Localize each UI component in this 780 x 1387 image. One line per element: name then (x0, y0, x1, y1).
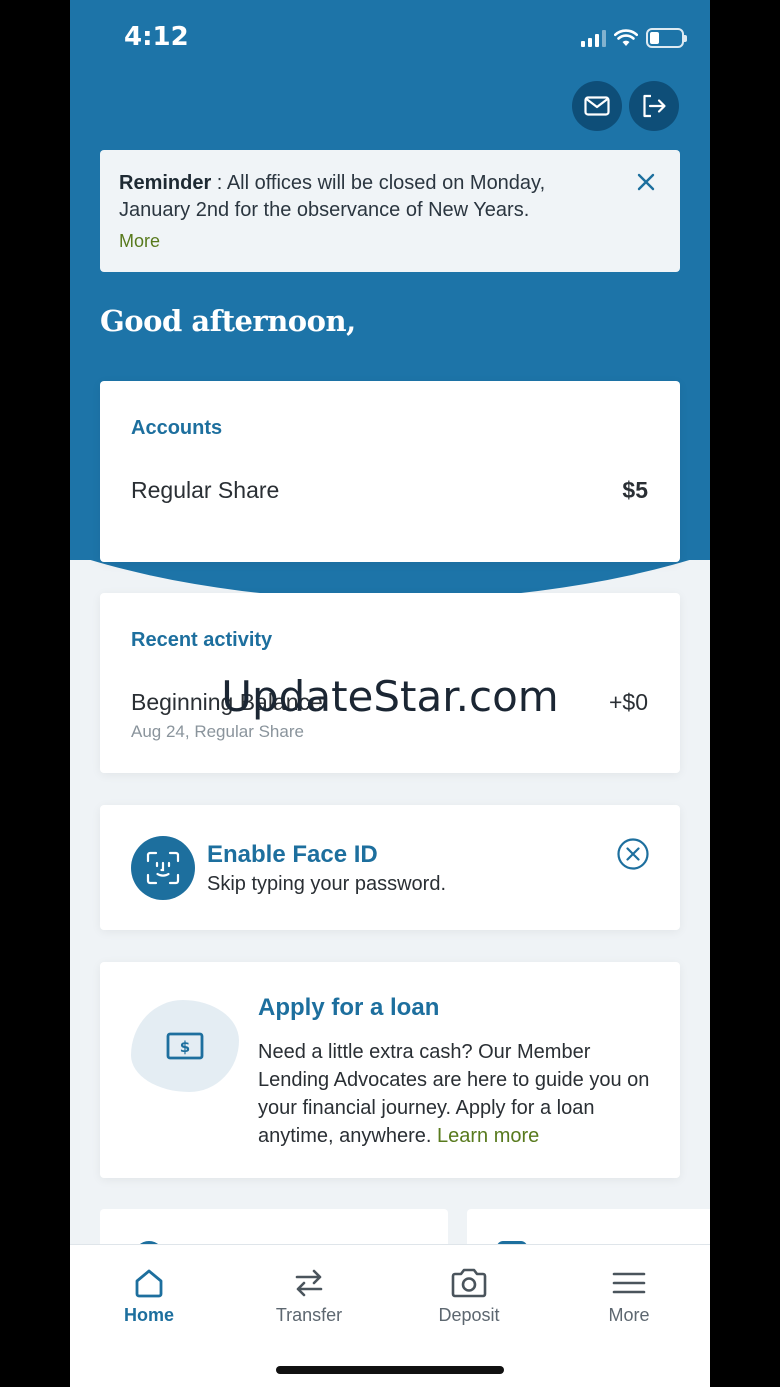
menu-icon (612, 1272, 646, 1294)
dismiss-icon[interactable] (616, 837, 650, 871)
accounts-card[interactable]: Accounts Regular Share $5 (100, 381, 680, 562)
battery-icon (646, 28, 687, 48)
accounts-heading: Accounts (131, 417, 223, 439)
camera-icon (451, 1268, 487, 1298)
activity-detail: Aug 24, Regular Share (131, 722, 304, 741)
tab-label: Transfer (275, 1305, 343, 1325)
reminder-banner: Reminder : All offices will be closed on… (100, 150, 680, 272)
mail-icon (584, 96, 610, 116)
account-name: Regular Share (131, 477, 280, 503)
signal-icon (581, 29, 606, 47)
logout-icon (643, 94, 666, 118)
face-id-icon (131, 836, 195, 900)
tab-label: Deposit (438, 1305, 500, 1325)
wifi-icon (614, 29, 638, 46)
logout-button[interactable] (629, 81, 679, 131)
close-icon[interactable] (636, 172, 656, 192)
status-time: 4:12 (124, 22, 189, 52)
face-id-subtitle: Skip typing your password. (207, 873, 447, 895)
activity-name: Beginning Balance (131, 689, 323, 715)
account-balance: $5 (622, 477, 648, 503)
svg-text:$: $ (180, 1038, 190, 1056)
money-icon: $ (166, 1032, 204, 1060)
tab-deposit[interactable]: Deposit (409, 1267, 529, 1326)
loan-title: Apply for a loan (258, 994, 440, 1021)
tab-home[interactable]: Home (89, 1267, 209, 1326)
recent-activity-heading: Recent activity (131, 629, 273, 651)
messages-button[interactable] (572, 81, 622, 131)
home-indicator[interactable] (276, 1366, 504, 1374)
app-screen: 4:12 Reminder : All offices will be clos… (70, 0, 710, 1387)
recent-activity-card[interactable]: Recent activity Beginning Balance +$0 Au… (100, 593, 680, 773)
loan-illustration: $ (131, 1000, 239, 1092)
activity-amount: +$0 (608, 689, 648, 715)
loan-description: Need a little extra cash? Our Member Len… (258, 1038, 658, 1150)
home-icon (135, 1269, 163, 1298)
greeting: Good afternoon, (100, 304, 356, 338)
status-icons (581, 28, 687, 48)
tab-label: More (608, 1305, 650, 1325)
tab-more[interactable]: More (569, 1267, 689, 1326)
transfer-icon (295, 1269, 323, 1297)
reminder-text: Reminder : All offices will be closed on… (119, 170, 620, 224)
tab-transfer[interactable]: Transfer (249, 1267, 369, 1326)
loan-card[interactable]: $ Apply for a loan Need a little extra c… (100, 962, 680, 1178)
face-id-card[interactable]: Enable Face ID Skip typing your password… (100, 805, 680, 930)
tab-label: Home (123, 1305, 174, 1325)
reminder-label: Reminder (119, 172, 212, 194)
face-id-title: Enable Face ID (207, 841, 378, 868)
reminder-more-link[interactable]: More (119, 231, 160, 252)
learn-more-link[interactable]: Learn more (437, 1125, 539, 1147)
